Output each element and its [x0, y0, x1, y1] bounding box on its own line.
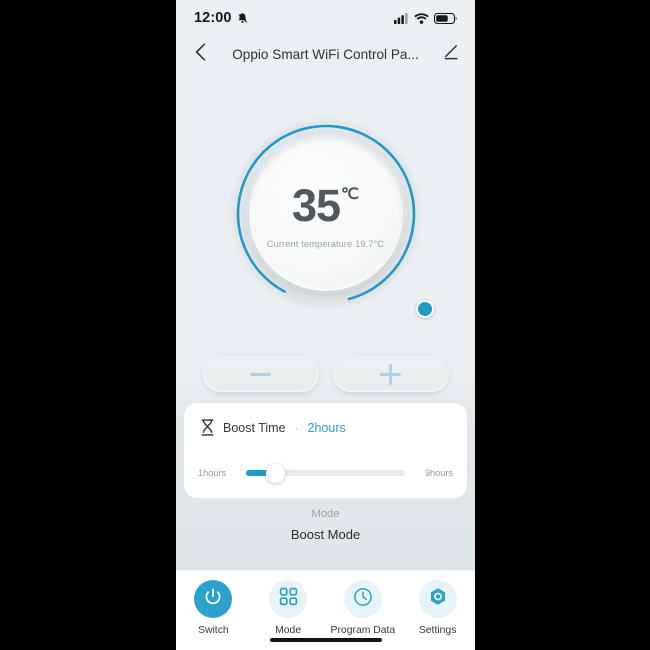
status-bar: 12:00: [176, 0, 475, 36]
dial-knob[interactable]: [415, 300, 434, 318]
temperature-dial[interactable]: 35 ℃ Current temperature 19.7°C: [228, 116, 434, 318]
mode-block: Mode Boost Mode: [176, 508, 475, 542]
slider-track-area[interactable]: [246, 463, 405, 483]
tab-switch[interactable]: Switch: [179, 580, 247, 636]
bell-mute-icon: [236, 12, 249, 25]
clock-icon: [353, 587, 373, 612]
page-title: Oppio Smart WiFi Control Pa...: [232, 46, 419, 62]
back-button[interactable]: [190, 42, 210, 66]
tab-settings-circle: [418, 580, 457, 618]
main-content: 35 ℃ Current temperature 19.7°C Boost Ti…: [176, 72, 475, 570]
minus-icon: [250, 372, 271, 376]
boost-time-value[interactable]: 2hours: [308, 421, 346, 435]
slider-thumb[interactable]: [265, 464, 285, 483]
tab-mode[interactable]: Mode: [254, 580, 322, 636]
signal-icon: [394, 12, 409, 24]
nav-header: Oppio Smart WiFi Control Pa...: [176, 36, 475, 72]
power-icon: [203, 587, 223, 612]
status-bar-right: [394, 12, 457, 24]
bottom-tab-bar: Switch Mode Program Data Settings: [176, 570, 475, 650]
mode-label: Mode: [311, 508, 340, 520]
current-temperature-text: Current temperature 19.7°C: [266, 238, 385, 249]
boost-time-header: Boost Time · 2hours: [200, 419, 451, 436]
home-indicator: [269, 638, 382, 642]
boost-separator: ·: [294, 420, 299, 435]
increase-temperature-button[interactable]: [332, 356, 449, 392]
gear-hexagon-icon: [428, 587, 448, 612]
plus-icon: [380, 363, 401, 385]
chevron-left-icon: [195, 42, 206, 66]
tab-settings-label: Settings: [418, 625, 457, 636]
tab-settings[interactable]: Settings: [404, 580, 472, 636]
tab-switch-circle: [194, 580, 233, 618]
pencil-icon: [443, 44, 459, 65]
edit-button[interactable]: [441, 42, 461, 66]
tab-mode-circle: [269, 580, 308, 618]
hourglass-icon: [200, 419, 215, 436]
temperature-stepper: [176, 356, 475, 392]
boost-time-card: Boost Time · 2hours 1hours 9hours: [184, 403, 467, 498]
tab-switch-label: Switch: [198, 625, 229, 636]
tab-program-data-circle: [343, 580, 382, 618]
temperature-unit: ℃: [341, 186, 360, 204]
wifi-icon: [414, 12, 429, 24]
grid-icon: [279, 587, 298, 611]
decrease-temperature-button[interactable]: [202, 356, 319, 392]
screenshot-root: 12:00 Oppio Smart WiFi Control Pa... 35 …: [0, 0, 650, 650]
tab-mode-label: Mode: [275, 625, 302, 636]
tab-program-data[interactable]: Program Data: [329, 580, 397, 636]
status-bar-left: 12:00: [194, 10, 249, 26]
boost-time-label: Boost Time: [223, 420, 286, 435]
dial-inner-face: 35 ℃ Current temperature 19.7°C: [248, 137, 403, 291]
boost-time-slider[interactable]: 1hours 9hours: [198, 463, 453, 483]
status-time: 12:00: [194, 10, 232, 26]
mode-value[interactable]: Boost Mode: [176, 527, 475, 542]
phone-screen: 12:00 Oppio Smart WiFi Control Pa... 35 …: [176, 0, 475, 650]
battery-icon: [434, 12, 457, 24]
target-temperature-value: 35: [291, 180, 341, 232]
target-temperature: 35 ℃: [291, 180, 360, 232]
tab-program-data-label: Program Data: [330, 625, 396, 636]
slider-min-label: 1hours: [198, 468, 227, 478]
slider-max-label: 9hours: [424, 468, 453, 478]
